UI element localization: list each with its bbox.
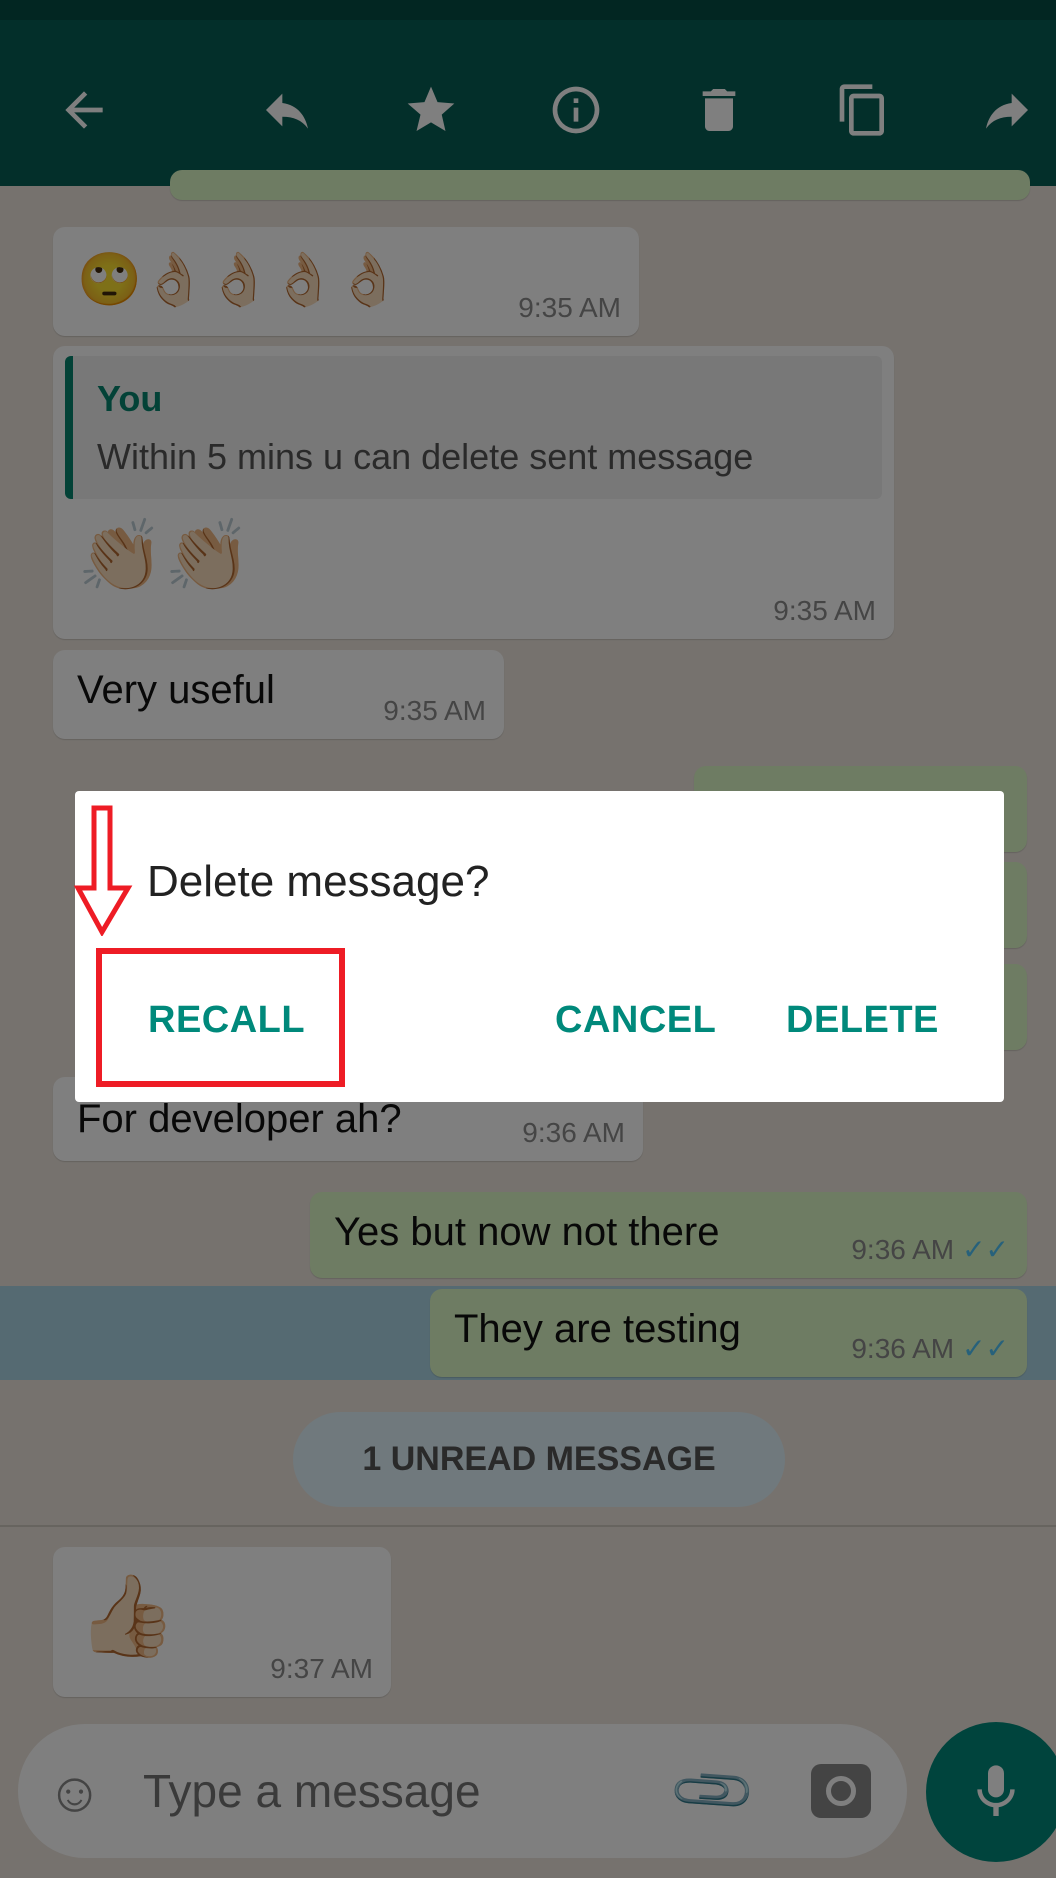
annotation-highlight-box xyxy=(96,948,345,1087)
delete-button[interactable]: DELETE xyxy=(786,999,939,1042)
dialog-title: Delete message? xyxy=(147,857,490,906)
annotation-arrow-icon xyxy=(74,805,133,936)
cancel-button[interactable]: CANCEL xyxy=(555,999,716,1042)
